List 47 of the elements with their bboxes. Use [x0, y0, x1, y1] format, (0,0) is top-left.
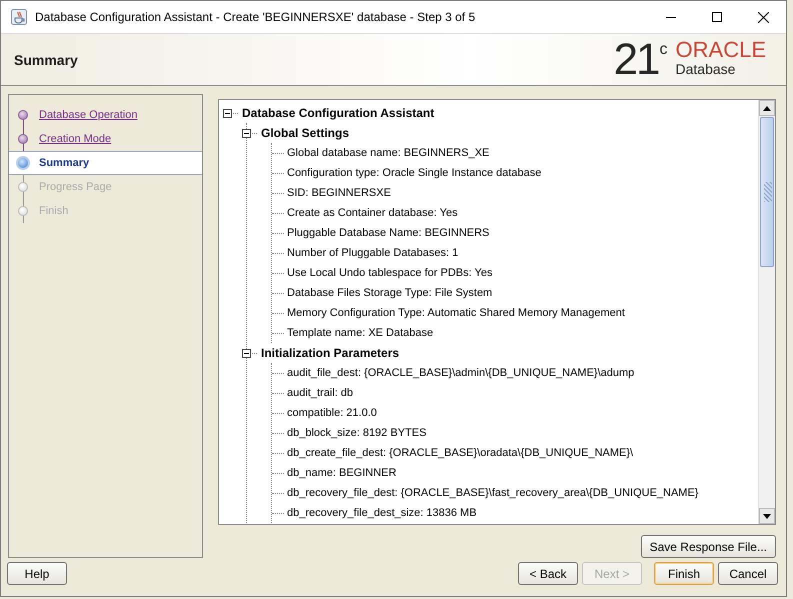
- tree-item[interactable]: db_recovery_file_dest: {ORACLE_BASE}\fast_recovery_area\{DB_UNIQUE_NAME}: [287, 487, 698, 499]
- tree-item[interactable]: audit_trail: db: [287, 387, 354, 399]
- tree-item[interactable]: compatible: 21.0.0: [287, 407, 377, 419]
- tree-item[interactable]: Template name: XE Database: [287, 327, 434, 339]
- step-link[interactable]: Summary: [39, 157, 90, 169]
- tree-item[interactable]: Database Files Storage Type: File System: [287, 287, 492, 299]
- tree-item[interactable]: Global database name: BEGINNERS_XE: [287, 147, 490, 159]
- collapse-icon[interactable]: [242, 128, 251, 138]
- tree-item[interactable]: Configuration type: Oracle Single Instance database: [287, 167, 542, 179]
- maximize-icon[interactable]: [712, 12, 722, 22]
- tree-group-label[interactable]: Global Settings: [261, 126, 350, 140]
- tree-item[interactable]: db_recovery_file_dest_size: 13836 MB: [287, 507, 477, 519]
- collapse-icon[interactable]: [242, 348, 251, 358]
- dialog-button[interactable]: Finish: [654, 562, 714, 585]
- tree-item[interactable]: Pluggable Database Name: BEGINNERS: [287, 227, 490, 239]
- tree-item[interactable]: db_name: BEGINNER: [287, 467, 396, 479]
- step-name: Finish: [39, 205, 68, 217]
- dialog-button[interactable]: Cancel: [718, 562, 778, 585]
- logo-brand: ORACLE: [676, 38, 766, 60]
- scroll-up-icon[interactable]: [763, 106, 771, 110]
- tree-item[interactable]: audit_file_dest: {ORACLE_BASE}\admin\{DB_UNIQUE_NAME}\adump: [287, 367, 634, 379]
- dialog-button[interactable]: < Back: [518, 562, 578, 585]
- step-link[interactable]: Creation Mode: [39, 133, 112, 145]
- dialog-button[interactable]: Help: [7, 562, 67, 585]
- tree-item[interactable]: Use Local Undo tablespace for PDBs: Yes: [287, 267, 492, 279]
- minimize-icon[interactable]: [666, 16, 676, 18]
- step-link[interactable]: Database Operation: [39, 109, 138, 121]
- scrollbar-thumb[interactable]: [760, 117, 774, 267]
- collapse-icon[interactable]: [223, 108, 232, 118]
- tree-item[interactable]: db_create_file_dest: {ORACLE_BASE}\oradata\{DB_UNIQUE_NAME}\: [287, 447, 634, 459]
- logo-version: 21: [614, 38, 659, 82]
- tree-group-label[interactable]: Database Configuration Assistant: [242, 106, 434, 120]
- page-title: Summary: [14, 52, 79, 68]
- save-response-file-button[interactable]: Save Response File...: [640, 535, 776, 558]
- tree-item[interactable]: db_block_size: 8192 BYTES: [287, 427, 426, 439]
- tree-item[interactable]: Memory Configuration Type: Automatic Shared Memory Management: [287, 307, 625, 319]
- tree-item[interactable]: Number of Pluggable Databases: 1: [287, 247, 458, 259]
- close-icon[interactable]: [758, 12, 768, 22]
- scroll-down-icon[interactable]: [763, 514, 771, 518]
- java-cup-icon: [11, 9, 27, 25]
- tree-item[interactable]: SID: BEGINNERSXE: [287, 187, 391, 199]
- tree-group-label[interactable]: Initialization Parameters: [261, 346, 400, 360]
- step-name: Progress Page: [39, 181, 112, 193]
- tree-item[interactable]: Create as Container database: Yes: [287, 207, 458, 219]
- logo-superscript: c: [660, 42, 668, 58]
- logo-product: Database: [676, 60, 736, 76]
- window-title: Database Configuration Assistant - Create 'BEGINNERSXE' database - Step 3 of 5: [35, 10, 476, 24]
